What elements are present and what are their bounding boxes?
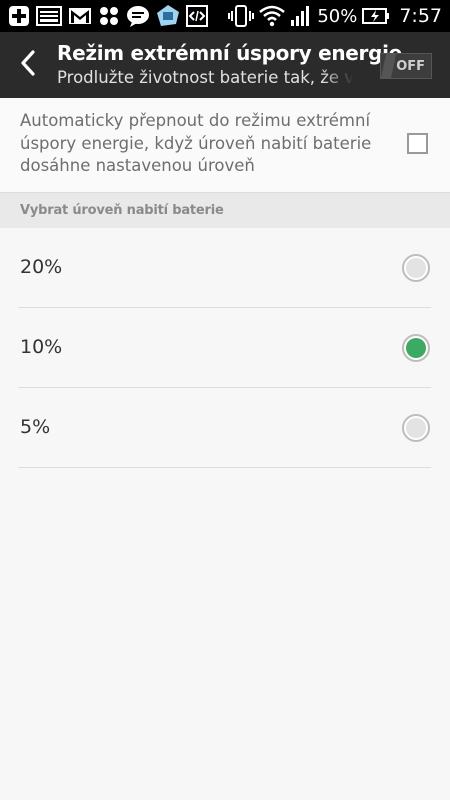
- code-icon: [186, 5, 208, 27]
- page-subtitle: Prodlužte životnost baterie tak, že v: [57, 68, 353, 87]
- radio-indicator: [406, 418, 426, 438]
- plus-icon: [8, 5, 30, 27]
- auto-switch-row[interactable]: Automaticky přepnout do režimu extrémní …: [0, 98, 450, 192]
- radio-indicator: [406, 258, 426, 278]
- option-label: 5%: [20, 416, 51, 438]
- image-icon: [36, 6, 62, 26]
- option-20-percent[interactable]: 20%: [0, 228, 450, 308]
- toggle-knob: [381, 54, 397, 78]
- radio-button-selected[interactable]: [402, 334, 430, 362]
- clock: 7:57: [399, 5, 442, 27]
- system-status: 50% 7:57: [228, 5, 442, 27]
- radio-button[interactable]: [402, 414, 430, 442]
- battery-charging-icon: [362, 7, 390, 25]
- notification-icons: [8, 4, 208, 28]
- auto-switch-text: Automaticky přepnout do režimu extrémní …: [20, 111, 372, 175]
- option-label: 20%: [20, 256, 63, 278]
- app-icon: [156, 4, 180, 28]
- signal-icon: [290, 5, 312, 27]
- radio-indicator: [406, 338, 426, 358]
- page-title: Režim extrémní úspory energie: [57, 41, 402, 65]
- section-label: Vybrat úroveň nabití baterie: [20, 203, 224, 218]
- back-button[interactable]: [12, 48, 44, 82]
- action-bar: Režim extrémní úspory energie Prodlužte …: [0, 32, 450, 98]
- divider: [18, 467, 431, 468]
- chevron-left-icon: [20, 49, 36, 81]
- section-header: Vybrat úroveň nabití baterie: [0, 192, 450, 228]
- battery-percent: 50%: [317, 5, 358, 27]
- wifi-icon: [259, 5, 286, 27]
- option-5-percent[interactable]: 5%: [0, 388, 450, 468]
- auto-switch-checkbox[interactable]: [407, 133, 428, 154]
- status-bar: 50% 7:57: [0, 0, 450, 32]
- option-label: 10%: [20, 336, 63, 358]
- chat-icon: [126, 5, 150, 27]
- pinwheel-icon: [98, 5, 120, 27]
- gmail-icon: [68, 7, 92, 25]
- radio-button[interactable]: [402, 254, 430, 282]
- settings-content: Automaticky přepnout do režimu extrémní …: [0, 98, 450, 800]
- toggle-label: OFF: [396, 58, 425, 74]
- vibrate-icon: [228, 5, 255, 27]
- option-10-percent[interactable]: 10%: [0, 308, 450, 388]
- power-saver-toggle[interactable]: OFF: [380, 53, 432, 79]
